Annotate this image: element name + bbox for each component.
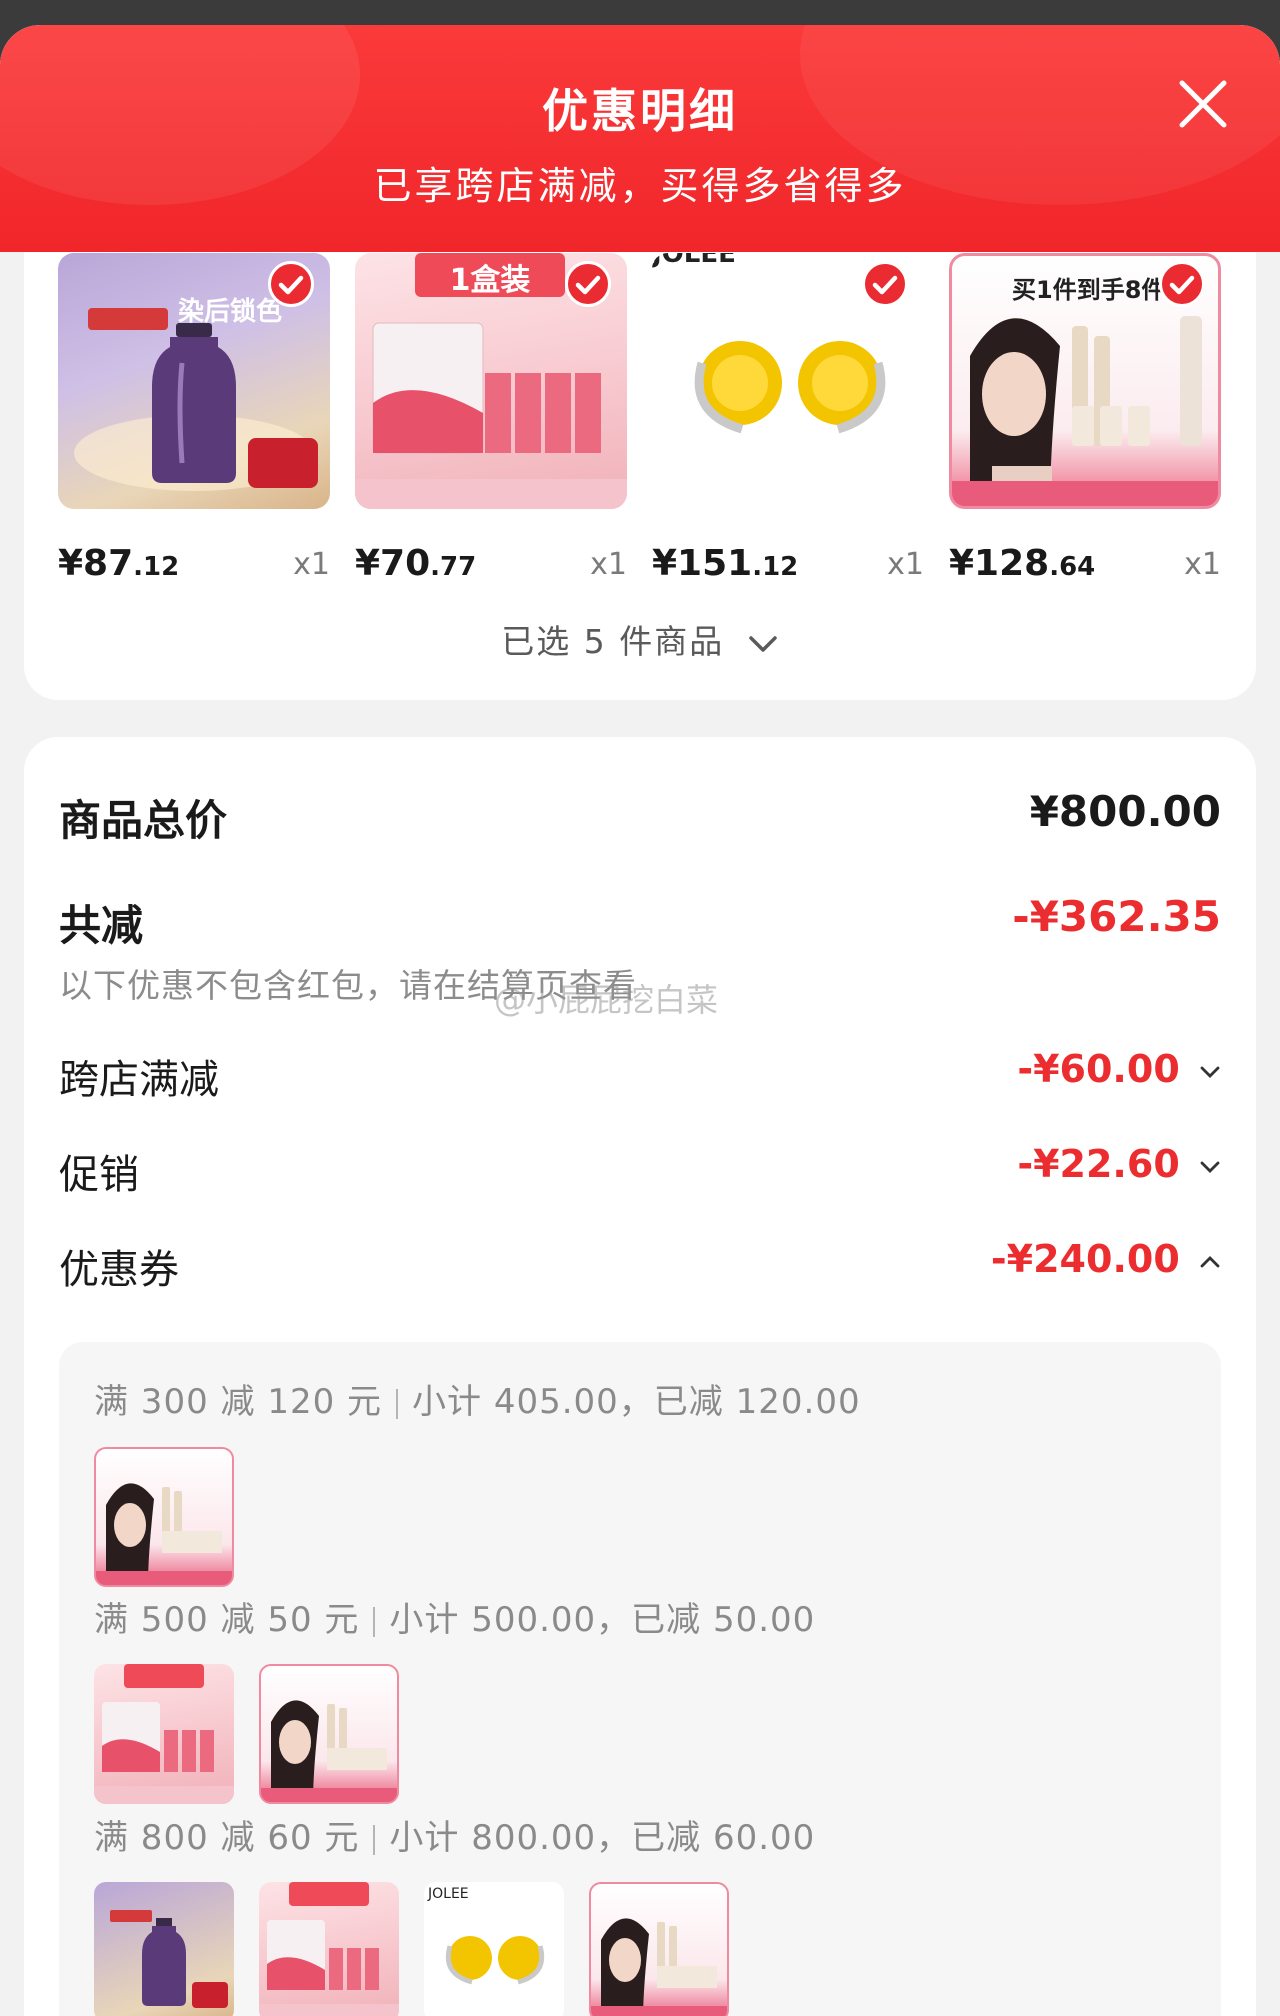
selected-checkmark-icon[interactable] [268, 261, 314, 307]
product-price: ¥70.77 [355, 543, 477, 584]
product-item[interactable]: 染后锁色 ¥87.12 x1 [58, 253, 330, 584]
coupon-tier-line: 满 500 减 50 元小计 500.00，已减 50.00 [94, 1592, 815, 1641]
total-discount-value: -¥362.35 [1012, 892, 1221, 941]
coupon-tier-detail: 小计 500.00，已减 50.00 [389, 1600, 816, 1640]
divider [373, 1606, 376, 1637]
coupon-value[interactable]: -¥240.00 [991, 1237, 1221, 1281]
coupon-tier-rule: 满 800 减 60 元 [94, 1818, 360, 1858]
chevron-down-icon [748, 635, 777, 652]
header-banner: 优惠明细 已享跨店满减，买得多省得多 [0, 25, 1280, 252]
product-price: ¥87.12 [58, 543, 180, 584]
coupon-label: 优惠券 [59, 1247, 179, 1293]
product-price: ¥151.12 [652, 543, 799, 584]
coupon-tier-line: 满 800 减 60 元小计 800.00，已减 60.00 [94, 1810, 815, 1859]
divider [373, 1824, 376, 1855]
coupon-detail-panel: 满 300 减 120 元小计 405.00，已减 120.00 满 500 减… [59, 1342, 1221, 2016]
product-price: ¥128.64 [949, 543, 1096, 584]
promotion-value[interactable]: -¥22.60 [1017, 1142, 1221, 1186]
promotion-amount: -¥22.60 [1017, 1142, 1180, 1186]
product-brand-label: JOLEE [428, 1886, 469, 1902]
divider [396, 1388, 399, 1419]
coupon-tier-product-thumb[interactable] [94, 1664, 234, 1804]
chevron-down-icon [1200, 1161, 1220, 1173]
product-quantity: x1 [887, 547, 924, 582]
product-quantity: x1 [1184, 547, 1221, 582]
product-quantity: x1 [293, 547, 330, 582]
product-price-row: ¥87.12 x1 [58, 543, 330, 589]
shampoo-bottle-illustration [110, 1910, 228, 2008]
total-price-label: 商品总价 [59, 796, 228, 845]
close-button[interactable] [1176, 77, 1230, 131]
chevron-up-icon [1200, 1255, 1220, 1267]
discount-detail-sheet: 优惠明细 已享跨店满减，买得多省得多 染后锁色 ¥87.12 x1 1盒装 ¥7… [0, 25, 1280, 2016]
collagen-box-illustration [259, 1882, 399, 2016]
selected-items-toggle[interactable]: 已选 5 件商品 [24, 615, 1256, 663]
coupon-tier-product-thumb[interactable]: JOLEE [424, 1882, 564, 2016]
product-price-row: ¥151.12 x1 [652, 543, 924, 589]
product-image-caption: 1盒装 [449, 263, 531, 298]
cross-store-discount-value[interactable]: -¥60.00 [1017, 1047, 1221, 1091]
coupon-tier-detail: 小计 405.00，已减 120.00 [412, 1382, 861, 1422]
coupon-tier-product-thumb[interactable] [259, 1882, 399, 2016]
price-summary-card: 商品总价 ¥800.00 共减 -¥362.35 以下优惠不包含红包，请在结算页… [24, 737, 1256, 2016]
total-price-value: ¥800.00 [1029, 787, 1221, 836]
watermark-text: @小屁屁挖白菜 [494, 981, 719, 1019]
product-quantity: x1 [590, 547, 627, 582]
earrings-illustration [445, 1936, 545, 1985]
coupon-amount: -¥240.00 [990, 1237, 1180, 1281]
selected-items-label: 已选 5 件商品 [501, 622, 725, 661]
cross-store-discount-amount: -¥60.00 [1017, 1047, 1180, 1091]
selected-checkmark-icon[interactable] [565, 261, 611, 307]
collagen-box-illustration [94, 1664, 234, 1804]
coupon-tier-product-thumb[interactable] [589, 1882, 729, 2016]
coupon-tier-product-thumb[interactable] [259, 1664, 399, 1804]
page-subtitle: 已享跨店满减，买得多省得多 [373, 164, 907, 208]
close-icon [1179, 80, 1227, 128]
chevron-down-icon [1200, 1066, 1220, 1078]
cross-store-discount-label: 跨店满减 [59, 1057, 219, 1103]
product-item[interactable]: JOLEE ¥151.12 x1 [652, 253, 924, 584]
selected-checkmark-icon[interactable] [1159, 261, 1205, 307]
skincare-set-illustration [261, 1700, 397, 1802]
coupon-tier-rule: 满 500 减 50 元 [94, 1600, 360, 1640]
coupon-tier-product-thumb[interactable] [94, 1882, 234, 2016]
coupon-tier-detail: 小计 800.00，已减 60.00 [389, 1818, 816, 1858]
total-discount-label: 共减 [59, 901, 144, 950]
product-price-row: ¥70.77 x1 [355, 543, 627, 589]
product-item[interactable]: 买1件到手8件 ¥128.64 x1 [949, 253, 1221, 584]
promotion-label: 促销 [59, 1152, 139, 1198]
product-item[interactable]: 1盒装 ¥70.77 x1 [355, 253, 627, 584]
product-list: 染后锁色 ¥87.12 x1 1盒装 ¥70.77 x1 JOLEE ¥151.… [58, 253, 1248, 584]
coupon-tier-rule: 满 300 减 120 元 [94, 1382, 383, 1422]
selected-products-card: 染后锁色 ¥87.12 x1 1盒装 ¥70.77 x1 JOLEE ¥151.… [24, 175, 1256, 700]
skincare-set-illustration [591, 1918, 727, 2016]
selected-checkmark-icon[interactable] [862, 261, 908, 307]
page-title: 优惠明细 [542, 84, 738, 138]
skincare-set-illustration [96, 1483, 232, 1585]
coupon-tier-product-thumb[interactable] [94, 1447, 234, 1587]
coupon-tier-line: 满 300 减 120 元小计 405.00，已减 120.00 [94, 1374, 861, 1423]
product-price-row: ¥128.64 x1 [949, 543, 1221, 589]
